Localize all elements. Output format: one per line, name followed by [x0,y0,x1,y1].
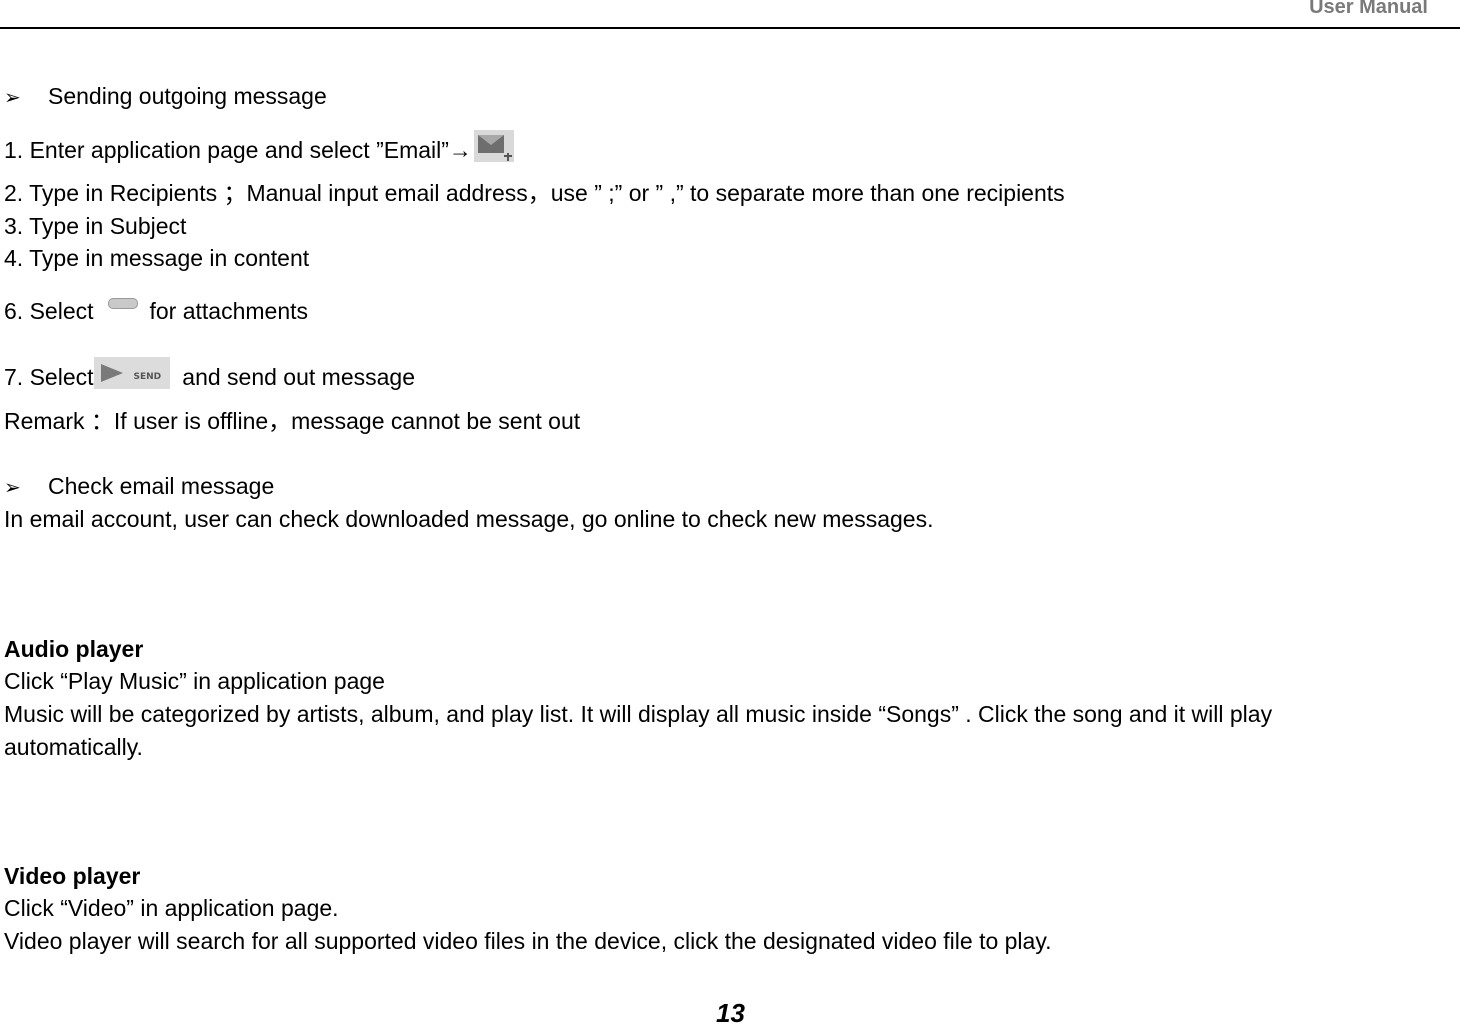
compose-mail-icon [473,130,514,162]
step-1: 1. Enter application page and select ”Em… [4,130,514,168]
video-line-1: Click “Video” in application page. [4,895,339,921]
video-title: Video player [4,863,141,889]
step-7-prefix: 7. Select [4,364,94,391]
step-4: 4. Type in message in content [4,245,310,271]
send-heading-text: Sending outgoing message [48,83,327,109]
check-body: In email account, user can check downloa… [4,506,934,532]
right-arrow-icon: → [448,137,472,164]
step-7-suffix: and send out message [182,364,415,391]
envelope-icon [477,135,504,153]
step-3: 3. Type in Subject [4,213,187,239]
step-6-prefix: 6. Select [4,298,94,325]
audio-line-3: automatically. [4,734,143,760]
remark: Remark ：If user is offline，message canno… [4,408,581,434]
step-6: 6. Select for attachments [4,298,308,328]
arrow-bullet-icon: ➢ [4,87,21,109]
audio-line-2: Music will be categorized by artists, al… [4,701,1273,727]
paperclip-shape [107,298,138,309]
paperclip-icon [104,288,140,318]
plus-icon [503,153,512,161]
audio-line-1: Click “Play Music” in application page [4,668,385,694]
send-arrow-icon [100,364,123,382]
step-1-text: 1. Enter application page and select ”Em… [4,137,449,164]
arrow-bullet-icon: ➢ [4,477,21,499]
check-heading: ➢ Check email message [4,473,274,501]
header-title: User Manual [1309,0,1428,18]
send-icon: SEND [93,357,170,389]
audio-title: Audio player [4,636,144,662]
video-line-2: Video player will search for all support… [4,928,1052,954]
header-divider [0,27,1460,29]
page-number: 13 [716,998,745,1028]
send-label: SEND [133,372,162,382]
send-heading: ➢ Sending outgoing message [4,83,327,111]
step-6-suffix: for attachments [149,298,309,325]
check-heading-text: Check email message [48,473,275,499]
step-2: 2. Type in Recipients ；Manual input emai… [4,180,1065,206]
step-7: 7. Select SEND and send out message [4,357,415,395]
